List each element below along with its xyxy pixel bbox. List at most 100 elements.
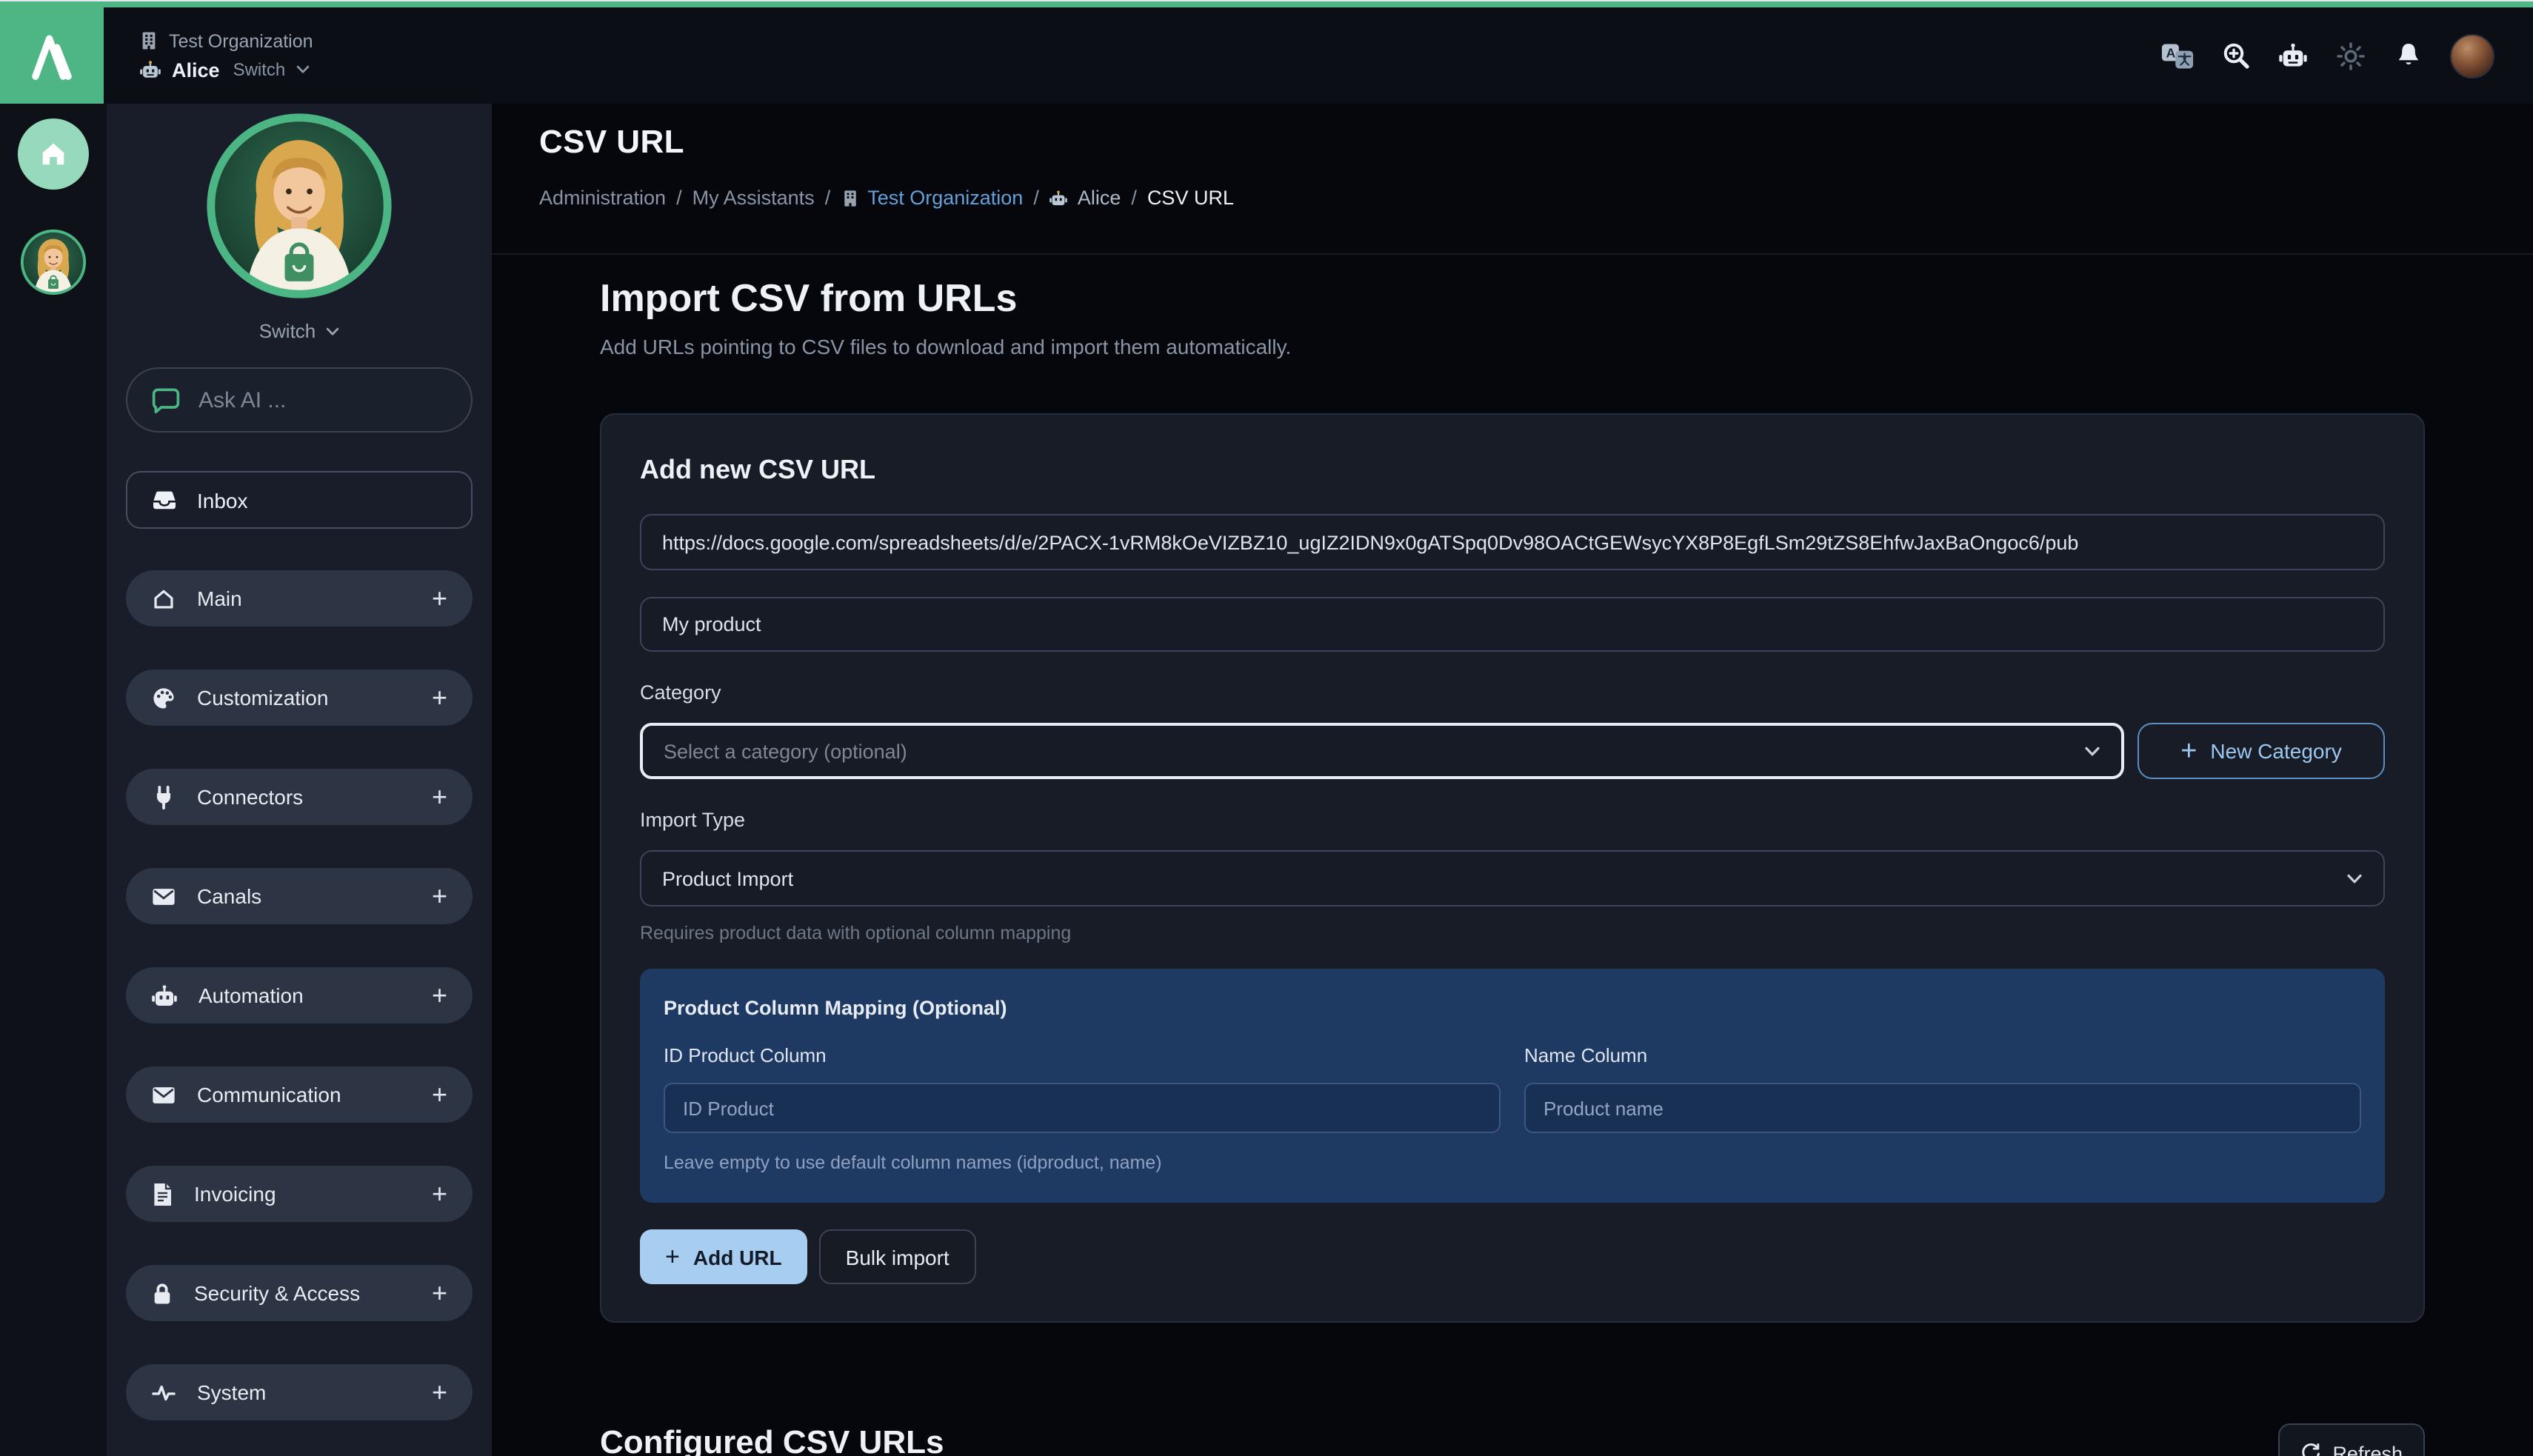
category-label: Category xyxy=(640,681,2385,704)
add-icon[interactable]: + xyxy=(432,1280,447,1306)
invoice-icon xyxy=(151,1181,173,1206)
content-subtitle: Add URLs pointing to CSV files to downlo… xyxy=(600,335,2425,358)
sidebar-item-label: Invoicing xyxy=(194,1182,276,1206)
column-mapping-panel: Product Column Mapping (Optional) ID Pro… xyxy=(640,969,2385,1203)
sidebar-item-connectors[interactable]: Connectors + xyxy=(126,769,473,825)
csv-url-input[interactable] xyxy=(640,514,2385,570)
sidebar-item-security[interactable]: Security & Access + xyxy=(126,1265,473,1321)
chevron-down-icon xyxy=(2346,873,2363,884)
sidebar-item-communication[interactable]: Communication + xyxy=(126,1066,473,1123)
add-icon[interactable]: + xyxy=(432,1181,447,1207)
import-type-value: Product Import xyxy=(662,867,793,889)
assistant-mini-avatar[interactable] xyxy=(19,228,87,296)
breadcrumb-separator: / xyxy=(1033,187,1039,209)
refresh-icon xyxy=(2300,1443,2320,1456)
activity-icon xyxy=(151,1381,176,1403)
mapping-title: Product Column Mapping (Optional) xyxy=(664,997,2361,1019)
import-type-help: Requires product data with optional colu… xyxy=(640,923,2385,944)
sidebar-item-label: Security & Access xyxy=(194,1281,360,1305)
add-icon[interactable]: + xyxy=(432,784,447,810)
breadcrumb-organization[interactable]: Test Organization xyxy=(841,187,1023,209)
translate-icon[interactable]: A xyxy=(2161,39,2194,72)
house-icon xyxy=(151,586,176,611)
category-placeholder: Select a category (optional) xyxy=(664,740,907,762)
breadcrumb-administration[interactable]: Administration xyxy=(539,187,666,209)
configured-title: Configured CSV URLs xyxy=(600,1423,944,1456)
robot-icon xyxy=(151,983,178,1008)
add-icon[interactable]: + xyxy=(432,684,447,711)
sidebar-item-label: Customization xyxy=(197,686,328,709)
category-select[interactable]: Select a category (optional) xyxy=(640,723,2124,779)
import-type-label: Import Type xyxy=(640,809,2385,831)
home-icon xyxy=(37,138,70,170)
sidebar-item-main[interactable]: Main + xyxy=(126,570,473,627)
breadcrumb-my-assistants[interactable]: My Assistants xyxy=(693,187,815,209)
new-category-button[interactable]: + New Category xyxy=(2137,723,2385,779)
page-header: CSV URL Administration / My Assistants / xyxy=(492,104,2533,255)
topbar: Test Organization Alice Switch xyxy=(0,7,2533,104)
ask-ai-input[interactable]: Ask AI ... xyxy=(126,367,473,433)
envelope-icon xyxy=(151,1083,176,1106)
icon-rail xyxy=(0,104,107,1456)
assistant-switch-label[interactable]: Switch xyxy=(233,59,286,80)
app-logo[interactable] xyxy=(0,7,104,104)
name-column-input[interactable] xyxy=(1524,1083,2361,1133)
mapping-name-field: Name Column xyxy=(1524,1044,2361,1133)
content-title: Import CSV from URLs xyxy=(600,275,2425,321)
sidebar-item-invoicing[interactable]: Invoicing + xyxy=(126,1166,473,1222)
mapping-help: Leave empty to use default column names … xyxy=(664,1152,2361,1173)
assistant-robot-icon[interactable] xyxy=(2277,39,2309,72)
content-scroll: Import CSV from URLs Add URLs pointing t… xyxy=(492,255,2533,1456)
topbar-assistant[interactable]: Alice Switch xyxy=(139,59,313,81)
add-csv-url-card: Add new CSV URL Category Select a catego… xyxy=(600,413,2425,1323)
sidebar-item-system[interactable]: System + xyxy=(126,1364,473,1420)
breadcrumb-assistant[interactable]: Alice xyxy=(1049,187,1121,209)
home-button[interactable] xyxy=(18,118,89,190)
robot-icon xyxy=(139,59,161,80)
lock-icon xyxy=(151,1280,173,1306)
page-title: CSV URL xyxy=(539,123,2486,161)
notifications-bell-icon[interactable] xyxy=(2392,39,2425,72)
chevron-down-icon xyxy=(296,65,309,74)
add-icon[interactable]: + xyxy=(432,883,447,909)
brand-accent-strip xyxy=(0,1,2533,7)
org-name: Test Organization xyxy=(169,30,313,51)
form-actions: + Add URL Bulk import xyxy=(640,1229,2385,1284)
topbar-context: Test Organization Alice Switch xyxy=(104,7,313,104)
building-icon xyxy=(139,31,158,50)
sidebar-item-canals[interactable]: Canals + xyxy=(126,868,473,924)
configured-section-header: Configured CSV URLs Refresh xyxy=(600,1423,2425,1456)
sidebar-item-inbox[interactable]: Inbox xyxy=(126,471,473,529)
add-icon[interactable]: + xyxy=(432,1379,447,1406)
id-column-input[interactable] xyxy=(664,1083,1501,1133)
app-body: Switch Ask AI ... Inbox xyxy=(0,104,2533,1456)
palette-icon xyxy=(151,685,176,710)
assistant-switch[interactable]: Switch xyxy=(259,318,340,344)
topbar-actions: A xyxy=(2161,7,2533,104)
sidebar-item-label: Communication xyxy=(197,1083,341,1106)
add-icon[interactable]: + xyxy=(432,1081,447,1108)
theme-sun-icon[interactable] xyxy=(2335,39,2367,72)
sidebar-nav: Main + Customization + xyxy=(126,570,473,1420)
zoom-in-icon[interactable] xyxy=(2219,39,2252,72)
bulk-import-button[interactable]: Bulk import xyxy=(819,1229,976,1284)
assistant-avatar[interactable] xyxy=(203,110,396,302)
refresh-button[interactable]: Refresh xyxy=(2277,1423,2425,1456)
user-avatar[interactable] xyxy=(2450,33,2494,78)
add-icon[interactable]: + xyxy=(432,585,447,612)
sidebar-item-automation[interactable]: Automation + xyxy=(126,967,473,1023)
breadcrumb-current: CSV URL xyxy=(1147,187,1234,209)
app-screen: Test Organization Alice Switch xyxy=(0,0,2533,1456)
breadcrumb-separator: / xyxy=(676,187,682,209)
add-icon[interactable]: + xyxy=(432,982,447,1009)
product-name-input[interactable] xyxy=(640,597,2385,652)
import-type-select[interactable]: Product Import xyxy=(640,850,2385,906)
assistant-name: Alice xyxy=(172,59,220,81)
plug-icon xyxy=(151,784,176,809)
plus-icon: + xyxy=(665,1242,680,1272)
add-url-button[interactable]: + Add URL xyxy=(640,1229,807,1284)
sidebar-item-label: System xyxy=(197,1380,266,1404)
chevron-down-icon xyxy=(2084,746,2100,756)
envelope-icon xyxy=(151,885,176,907)
sidebar-item-customization[interactable]: Customization + xyxy=(126,669,473,726)
